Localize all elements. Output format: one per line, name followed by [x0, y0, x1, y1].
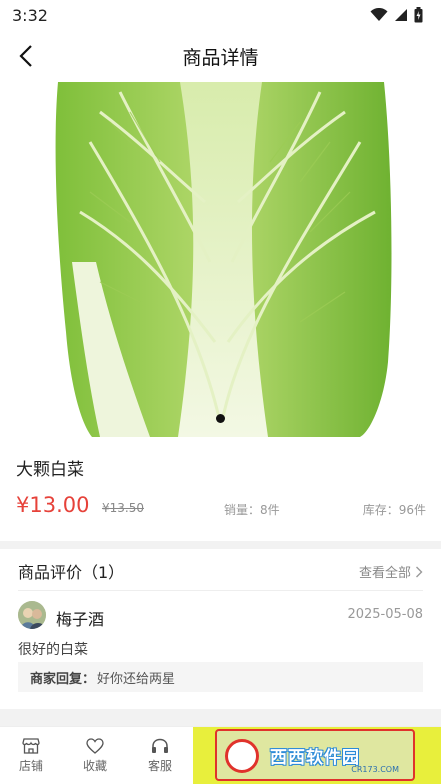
store-button[interactable]: 店铺	[0, 727, 62, 784]
review-section: 商品评价（1） 查看全部 梅子酒 2025-05-08 很好的白菜 商家回复： …	[0, 549, 441, 709]
reviewer-name: 梅子酒	[56, 610, 105, 629]
product-price: ¥13.00	[16, 493, 90, 517]
back-button[interactable]	[10, 40, 42, 72]
merchant-reply: 商家回复： 好你还给两星	[18, 662, 423, 692]
favorite-button[interactable]: 收藏	[64, 727, 126, 784]
watermark-logo-icon	[225, 739, 259, 773]
title-bar: 商品详情	[0, 30, 441, 82]
section-divider	[0, 709, 441, 726]
user-avatar-icon	[18, 601, 46, 629]
view-all-label: 查看全部	[358, 566, 411, 581]
favorite-label: 收藏	[82, 759, 107, 773]
status-time: 3:32	[12, 5, 48, 25]
view-all-reviews-link[interactable]: 查看全部	[359, 562, 423, 581]
headset-icon	[152, 738, 168, 753]
bottom-bar: 店铺 收藏 客服 西西软件园 CR173.COM	[0, 726, 441, 784]
watermark-url: CR173.COM	[351, 765, 399, 774]
chevron-right-icon	[416, 566, 423, 577]
product-image-carousel[interactable]	[0, 82, 441, 437]
review-date: 2025-05-08	[347, 607, 423, 622]
carousel-dot[interactable]	[216, 414, 225, 423]
section-divider	[0, 541, 441, 549]
battery-icon	[414, 7, 423, 23]
chevron-left-icon	[19, 45, 32, 67]
status-bar: 3:32	[0, 0, 441, 30]
stock-count: 库存：96件	[362, 503, 426, 517]
review-header: 商品评价（1） 查看全部	[18, 549, 423, 591]
store-label: 店铺	[18, 759, 43, 773]
reply-label: 商家回复：	[30, 671, 96, 687]
sales-count: 销量：8件	[224, 503, 280, 517]
product-info: 大颗白菜 ¥13.00 ¥13.50 销量：8件 库存：96件	[0, 437, 441, 541]
watermark: 西西软件园 CR173.COM	[215, 729, 415, 781]
signal-icon	[395, 9, 407, 21]
cabbage-image	[55, 82, 392, 437]
status-icons	[370, 7, 423, 23]
wifi-icon	[370, 8, 388, 21]
page-title: 商品详情	[182, 46, 259, 69]
product-name: 大颗白菜	[16, 460, 84, 480]
original-price: ¥13.50	[102, 501, 144, 515]
watermark-text: 西西软件园	[270, 747, 360, 768]
customer-service-button[interactable]: 客服	[129, 727, 191, 784]
reply-text: 好你还给两星	[97, 671, 176, 687]
review-text: 很好的白菜	[18, 642, 88, 658]
review-title: 商品评价（1）	[18, 563, 125, 582]
action-area[interactable]: 西西软件园 CR173.COM	[193, 727, 441, 784]
customer-service-label: 客服	[147, 759, 172, 773]
heart-icon	[86, 738, 104, 754]
store-icon	[22, 738, 40, 754]
avatar	[18, 601, 46, 629]
price-row: ¥13.00 ¥13.50 销量：8件 库存：96件	[16, 493, 426, 523]
